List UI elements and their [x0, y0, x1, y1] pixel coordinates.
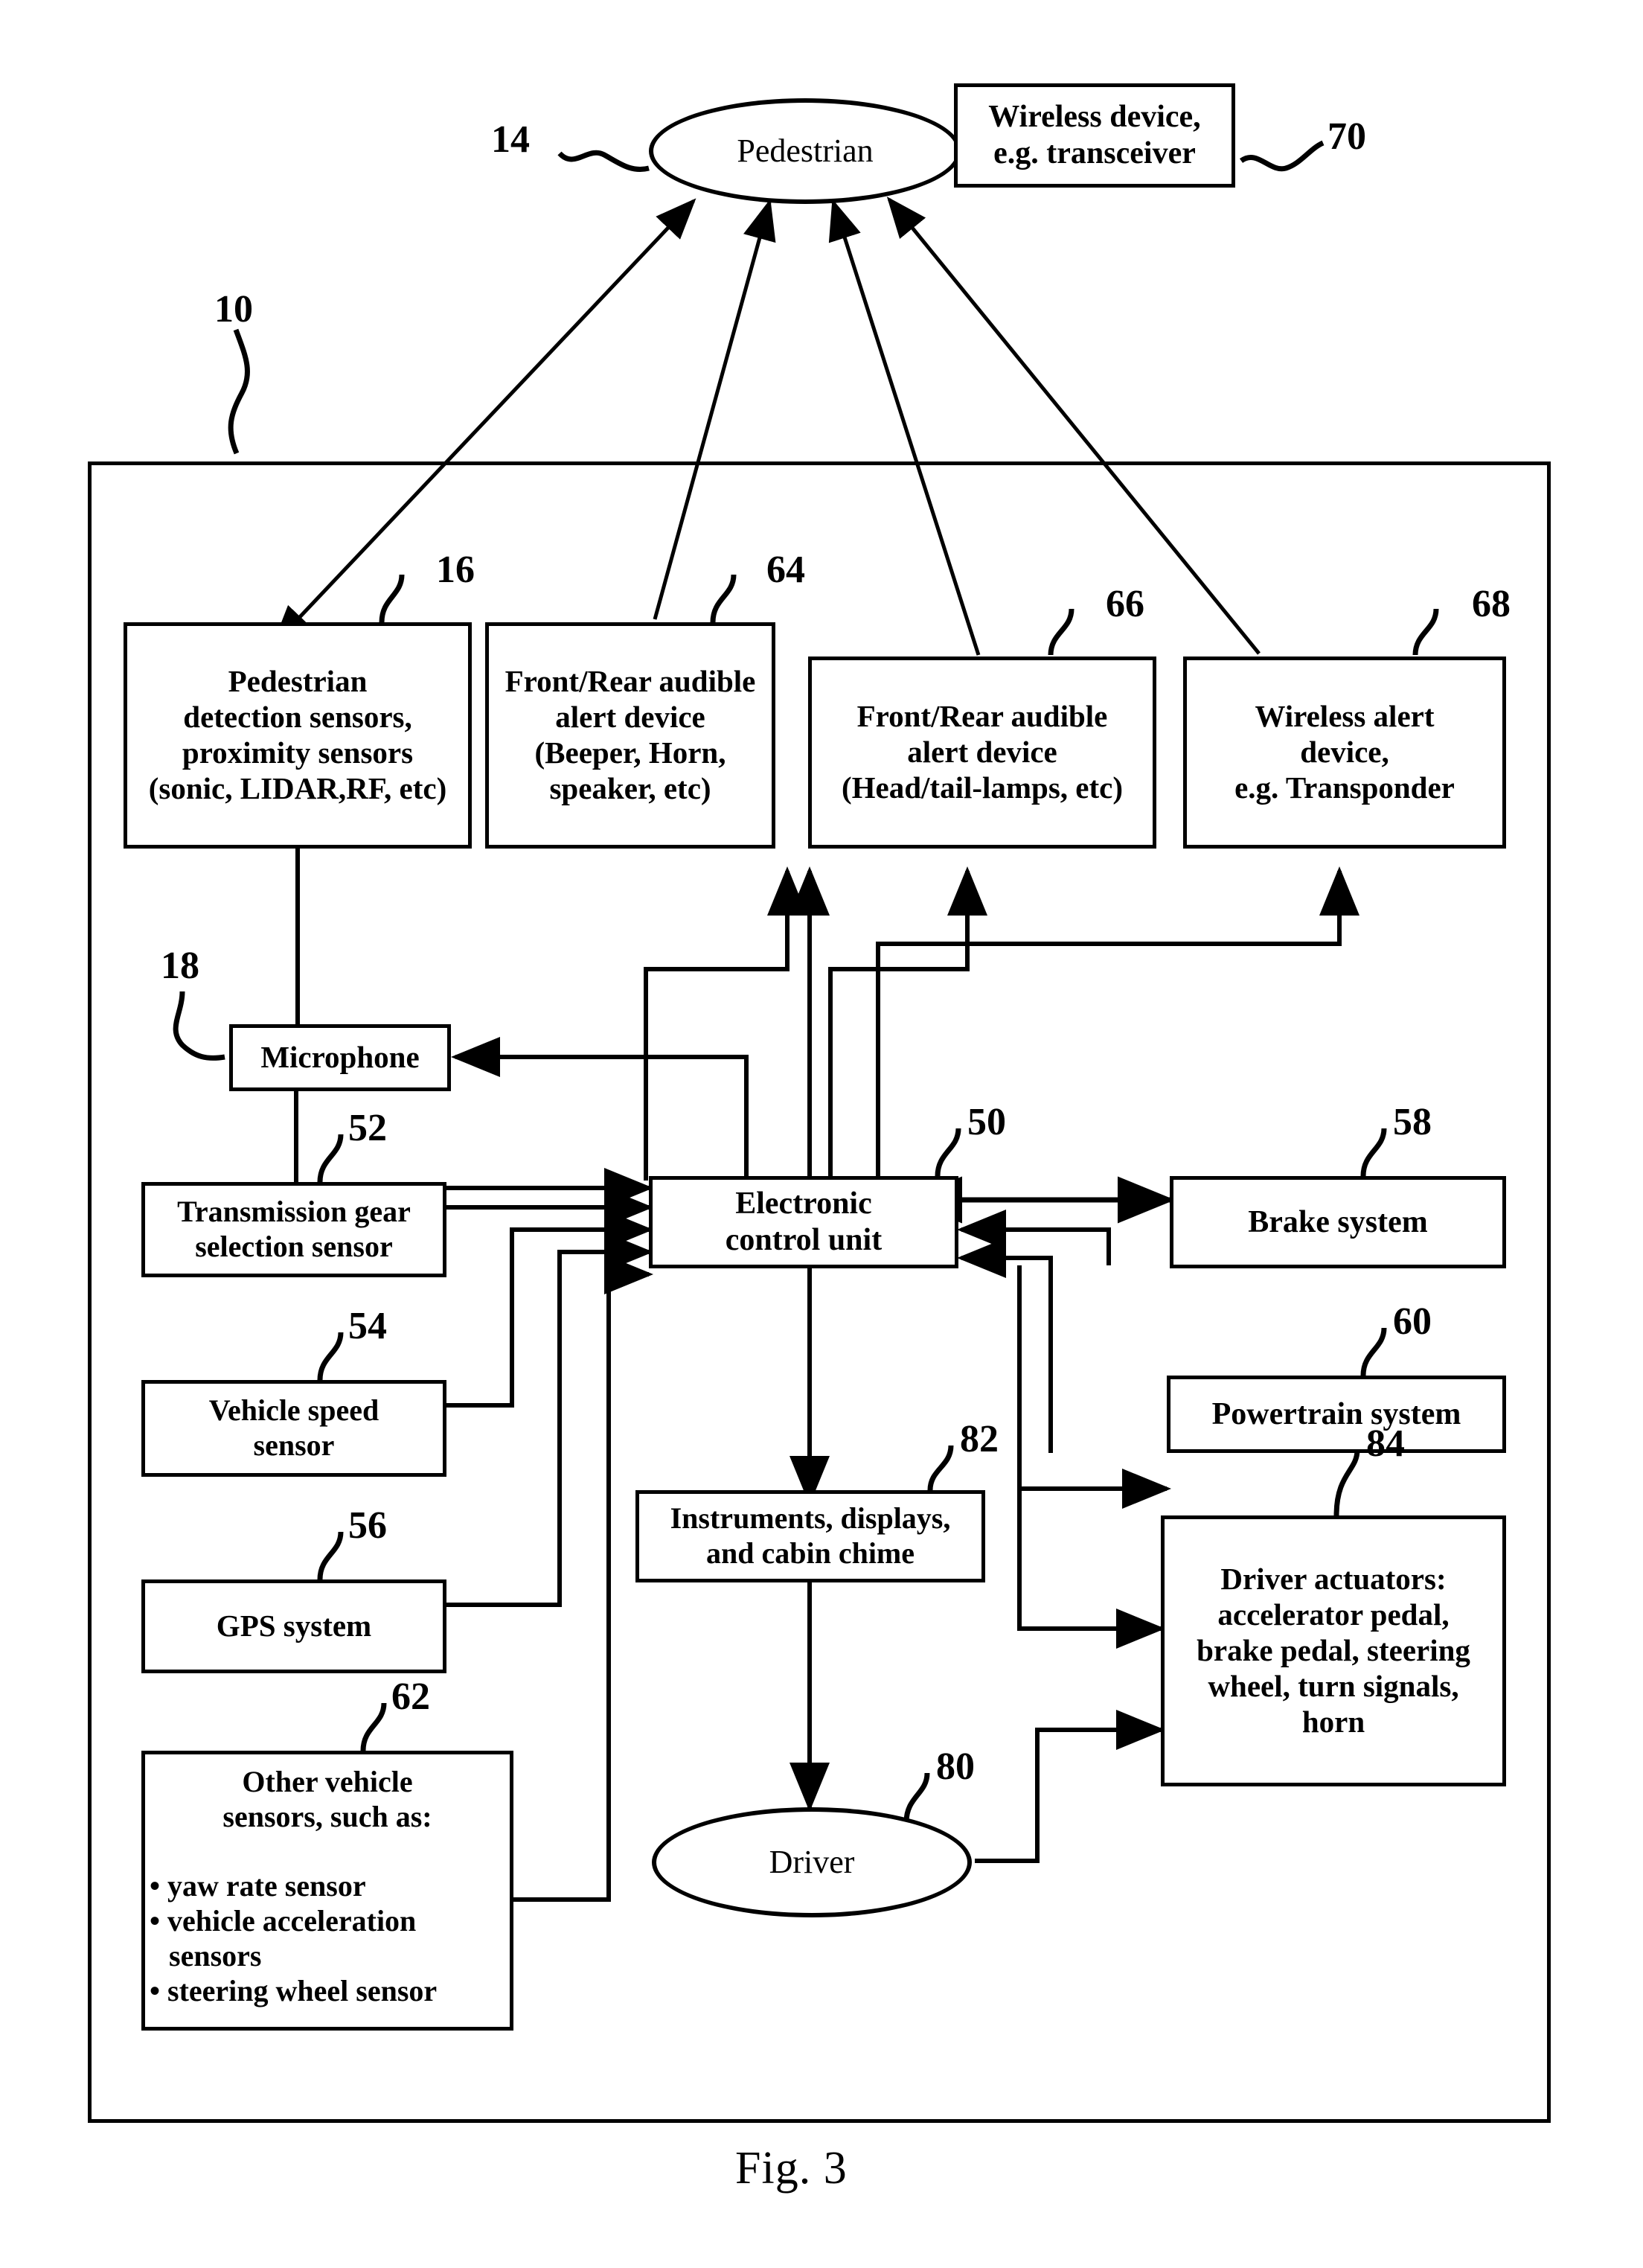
node-powertrain-system[interactable]: Powertrain system [1167, 1376, 1506, 1453]
figure-canvas: Pedestrian Wireless device, e.g. transce… [0, 0, 1643, 2268]
ref-numeral-66: 66 [1106, 583, 1144, 625]
ref-numeral-16: 16 [436, 549, 475, 591]
node-other-vehicle-sensors[interactable]: Other vehicle sensors, such as: • yaw ra… [141, 1751, 513, 2031]
node-vehicle-speed-sensor-label: Vehicle speed sensor [208, 1393, 379, 1462]
node-audible-alert-device[interactable]: Front/Rear audible alert device (Beeper,… [485, 622, 775, 849]
node-audible-alert-device-label: Front/Rear audible alert device (Beeper,… [505, 664, 756, 805]
ref-numeral-18: 18 [161, 945, 199, 987]
node-instruments-displays-label: Instruments, displays, and cabin chime [670, 1501, 951, 1570]
ref-numeral-58: 58 [1393, 1101, 1432, 1143]
node-driver-actuators-label: Driver actuators: accelerator pedal, bra… [1197, 1562, 1470, 1739]
node-wireless-alert-device[interactable]: Wireless alert device, e.g. Transponder [1183, 657, 1506, 849]
ref-numeral-64: 64 [766, 549, 805, 591]
node-pedestrian[interactable]: Pedestrian [649, 98, 961, 204]
ref-numeral-68: 68 [1472, 583, 1511, 625]
node-wireless-alert-device-label: Wireless alert device, e.g. Transponder [1234, 699, 1455, 805]
ref-numeral-10: 10 [214, 288, 253, 330]
node-wireless-device-label: Wireless device, e.g. transceiver [988, 99, 1201, 170]
node-gps-system-label: GPS system [216, 1609, 372, 1643]
other-sensors-bullet-list: • yaw rate sensor • vehicle acceleration… [150, 1835, 505, 2009]
node-brake-system-label: Brake system [1248, 1204, 1428, 1239]
list-item: • steering wheel sensor [150, 1973, 438, 2007]
node-microphone-label: Microphone [260, 1040, 420, 1075]
ref-numeral-80: 80 [936, 1745, 975, 1788]
node-gps-system[interactable]: GPS system [141, 1579, 446, 1673]
node-visual-alert-device-label: Front/Rear audible alert device (Head/ta… [841, 699, 1124, 805]
ref-numeral-60: 60 [1393, 1300, 1432, 1343]
list-item: • vehicle acceleration [150, 1904, 417, 1938]
node-wireless-device[interactable]: Wireless device, e.g. transceiver [954, 83, 1235, 188]
figure-caption: Fig. 3 [735, 2143, 848, 2194]
node-transmission-gear-sensor-label: Transmission gear selection sensor [177, 1195, 411, 1263]
ref-numeral-56: 56 [348, 1504, 387, 1547]
node-instruments-displays[interactable]: Instruments, displays, and cabin chime [635, 1490, 985, 1582]
ref-numeral-52: 52 [348, 1107, 387, 1149]
ref-numeral-82: 82 [960, 1418, 999, 1460]
node-electronic-control-unit[interactable]: Electronic control unit [649, 1176, 958, 1268]
node-pedestrian-sensors[interactable]: Pedestrian detection sensors, proximity … [124, 622, 472, 849]
node-transmission-gear-sensor[interactable]: Transmission gear selection sensor [141, 1182, 446, 1277]
ref-numeral-62: 62 [391, 1676, 430, 1718]
node-driver-actuators[interactable]: Driver actuators: accelerator pedal, bra… [1161, 1515, 1506, 1786]
ref-numeral-50: 50 [967, 1101, 1006, 1143]
ref-numeral-70: 70 [1327, 115, 1366, 158]
ref-numeral-54: 54 [348, 1305, 387, 1347]
node-brake-system[interactable]: Brake system [1170, 1176, 1506, 1268]
node-vehicle-speed-sensor[interactable]: Vehicle speed sensor [141, 1380, 446, 1477]
node-driver[interactable]: Driver [652, 1807, 972, 1917]
node-driver-label: Driver [769, 1844, 855, 1881]
node-powertrain-system-label: Powertrain system [1211, 1396, 1461, 1431]
list-item: sensors [169, 1938, 262, 1972]
node-pedestrian-label: Pedestrian [737, 132, 874, 170]
list-item: • yaw rate sensor [150, 1869, 366, 1903]
node-microphone[interactable]: Microphone [229, 1024, 451, 1091]
node-electronic-control-unit-label: Electronic control unit [725, 1186, 883, 1257]
node-pedestrian-sensors-label: Pedestrian detection sensors, proximity … [148, 664, 447, 805]
node-visual-alert-device[interactable]: Front/Rear audible alert device (Head/ta… [808, 657, 1156, 849]
node-other-vehicle-sensors-label: Other vehicle sensors, such as: • yaw ra… [145, 1754, 510, 2009]
ref-numeral-84: 84 [1366, 1422, 1405, 1465]
ref-numeral-14: 14 [491, 118, 530, 161]
